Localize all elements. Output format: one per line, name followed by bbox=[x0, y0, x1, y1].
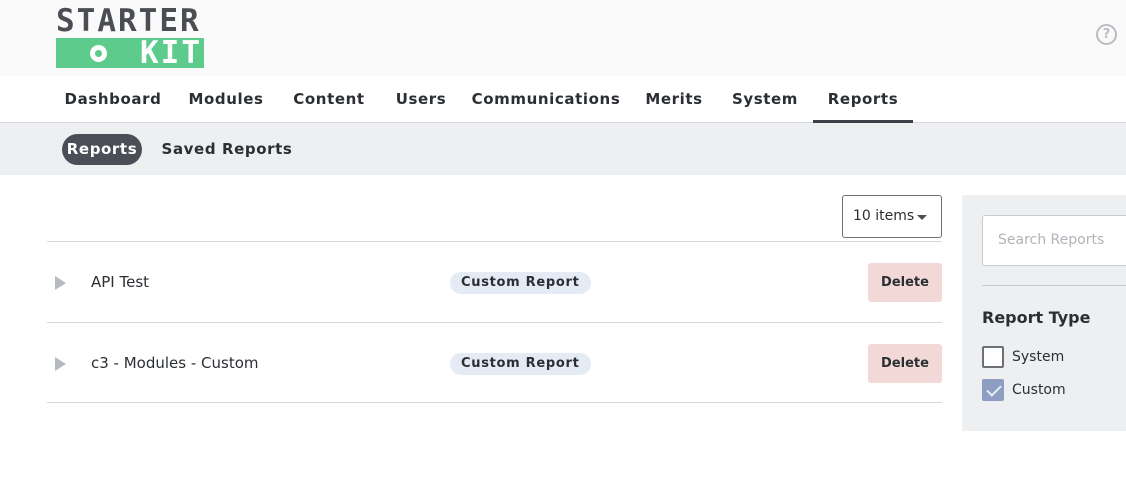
table-row: API Test Custom Report Delete bbox=[47, 241, 942, 322]
drop-icon bbox=[90, 45, 107, 62]
starter-kit-logo[interactable]: STARTER KIT bbox=[56, 3, 204, 71]
items-per-page-value: 10 items bbox=[853, 208, 915, 224]
logo-wordmark-top: STARTER bbox=[56, 3, 201, 39]
table-row: c3 - Modules - Custom Custom Report Dele… bbox=[47, 322, 942, 403]
filter-option-label: System bbox=[1012, 349, 1065, 365]
filter-option-label: Custom bbox=[1012, 382, 1066, 398]
app-header: STARTER KIT ? bbox=[0, 0, 1126, 76]
expand-triangle-icon[interactable] bbox=[55, 276, 66, 290]
system-checkbox[interactable] bbox=[982, 346, 1004, 368]
nav-item-dashboard[interactable]: Dashboard bbox=[57, 76, 169, 122]
search-reports-input[interactable]: Search Reports bbox=[982, 215, 1126, 266]
custom-checkbox[interactable] bbox=[982, 379, 1004, 401]
nav-item-system[interactable]: System bbox=[726, 76, 804, 122]
caret-down-icon bbox=[917, 215, 927, 220]
delete-button[interactable]: Delete bbox=[868, 263, 942, 302]
logo-kit-text: KIT bbox=[140, 35, 202, 71]
report-name: API Test bbox=[91, 273, 150, 291]
items-per-page-select[interactable]: 10 items bbox=[842, 195, 942, 238]
nav-item-merits[interactable]: Merits bbox=[637, 76, 711, 122]
divider bbox=[982, 285, 1126, 286]
report-type-badge: Custom Report bbox=[450, 353, 591, 375]
main-nav: Dashboard Modules Content Users Communic… bbox=[0, 76, 1126, 123]
delete-button[interactable]: Delete bbox=[868, 344, 942, 383]
nav-item-users[interactable]: Users bbox=[390, 76, 452, 122]
nav-item-communications[interactable]: Communications bbox=[470, 76, 622, 122]
expand-triangle-icon[interactable] bbox=[55, 357, 66, 371]
report-type-badge: Custom Report bbox=[450, 272, 591, 294]
filter-title: Report Type bbox=[982, 308, 1091, 327]
report-name: c3 - Modules - Custom bbox=[91, 354, 259, 372]
nav-item-content[interactable]: Content bbox=[286, 76, 372, 122]
subtab-saved-reports[interactable]: Saved Reports bbox=[160, 134, 294, 165]
logo-wordmark-bottom: KIT bbox=[56, 35, 204, 71]
nav-item-reports[interactable]: Reports bbox=[813, 76, 913, 123]
filter-sidebar: Search Reports Report Type System Custom bbox=[962, 195, 1126, 431]
subtab-reports[interactable]: Reports bbox=[62, 134, 142, 165]
sub-nav: Reports Saved Reports bbox=[0, 123, 1126, 175]
help-icon[interactable]: ? bbox=[1096, 24, 1117, 45]
reports-table: API Test Custom Report Delete c3 - Modul… bbox=[47, 241, 942, 403]
nav-item-modules[interactable]: Modules bbox=[182, 76, 270, 122]
